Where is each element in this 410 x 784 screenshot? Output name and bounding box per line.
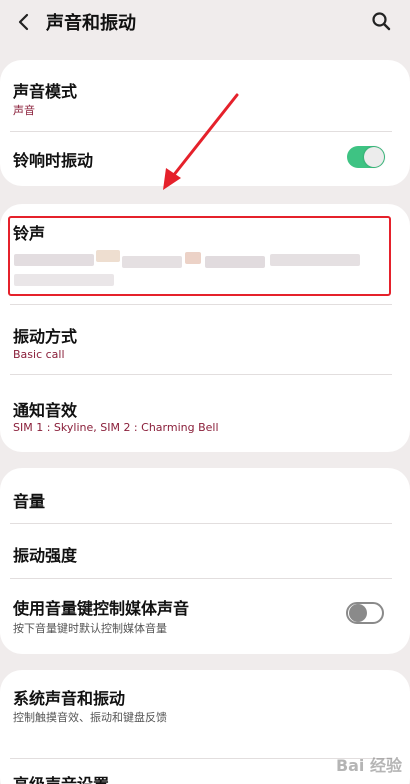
vibrate-on-ring-toggle[interactable] xyxy=(347,146,385,168)
back-button[interactable] xyxy=(10,8,38,36)
media-volume-keys-desc: 按下音量键时默认控制媒体音量 xyxy=(13,622,167,635)
sound-mode-row[interactable]: 声音模式 声音 xyxy=(0,60,410,130)
volume-row[interactable]: 音量 xyxy=(0,468,410,522)
vibration-pattern-value: Basic call xyxy=(13,348,65,361)
search-button[interactable] xyxy=(366,6,396,36)
vibration-pattern-title: 振动方式 xyxy=(13,327,78,346)
toggle-knob xyxy=(364,147,384,167)
media-volume-keys-title: 使用音量键控制媒体声音 xyxy=(13,599,190,618)
notification-sound-row[interactable]: 通知音效 SIM 1 : Skyline, SIM 2 : Charming B… xyxy=(0,375,410,452)
notification-sound-value: SIM 1 : Skyline, SIM 2 : Charming Bell xyxy=(13,421,219,434)
vibration-pattern-row[interactable]: 振动方式 Basic call xyxy=(0,305,410,373)
sound-mode-card: 声音模式 声音 铃响时振动 xyxy=(0,60,410,186)
page-title: 声音和振动 xyxy=(46,13,136,34)
ringtone-highlight-box xyxy=(8,216,391,296)
notification-sound-title: 通知音效 xyxy=(13,401,78,420)
system-sound-title: 系统声音和振动 xyxy=(13,689,126,708)
media-volume-keys-row[interactable]: 使用音量键控制媒体声音 按下音量键时默认控制媒体音量 xyxy=(0,579,410,654)
vibrate-on-ring-row[interactable]: 铃响时振动 xyxy=(0,132,410,186)
system-sound-desc: 控制触摸音效、振动和键盘反馈 xyxy=(13,711,167,724)
sound-mode-title: 声音模式 xyxy=(13,82,78,101)
vibrate-on-ring-title: 铃响时振动 xyxy=(13,151,94,170)
volume-title: 音量 xyxy=(13,492,46,511)
advanced-sound-title: 高级声音设置 xyxy=(13,771,109,784)
search-icon xyxy=(372,12,391,31)
system-sound-row[interactable]: 系统声音和振动 控制触摸音效、振动和键盘反馈 xyxy=(0,670,410,740)
baidu-watermark: Bai 经验 xyxy=(335,756,402,775)
toggle-knob xyxy=(349,604,367,622)
sound-mode-value: 声音 xyxy=(13,104,35,117)
vibration-intensity-title: 振动强度 xyxy=(13,546,78,565)
vibration-intensity-row[interactable]: 振动强度 xyxy=(0,524,410,578)
volume-card: 音量 振动强度 使用音量键控制媒体声音 按下音量键时默认控制媒体音量 xyxy=(0,468,410,654)
app-header: 声音和振动 xyxy=(0,0,410,46)
media-volume-keys-toggle[interactable] xyxy=(346,602,384,624)
chevron-left-icon xyxy=(18,13,29,31)
